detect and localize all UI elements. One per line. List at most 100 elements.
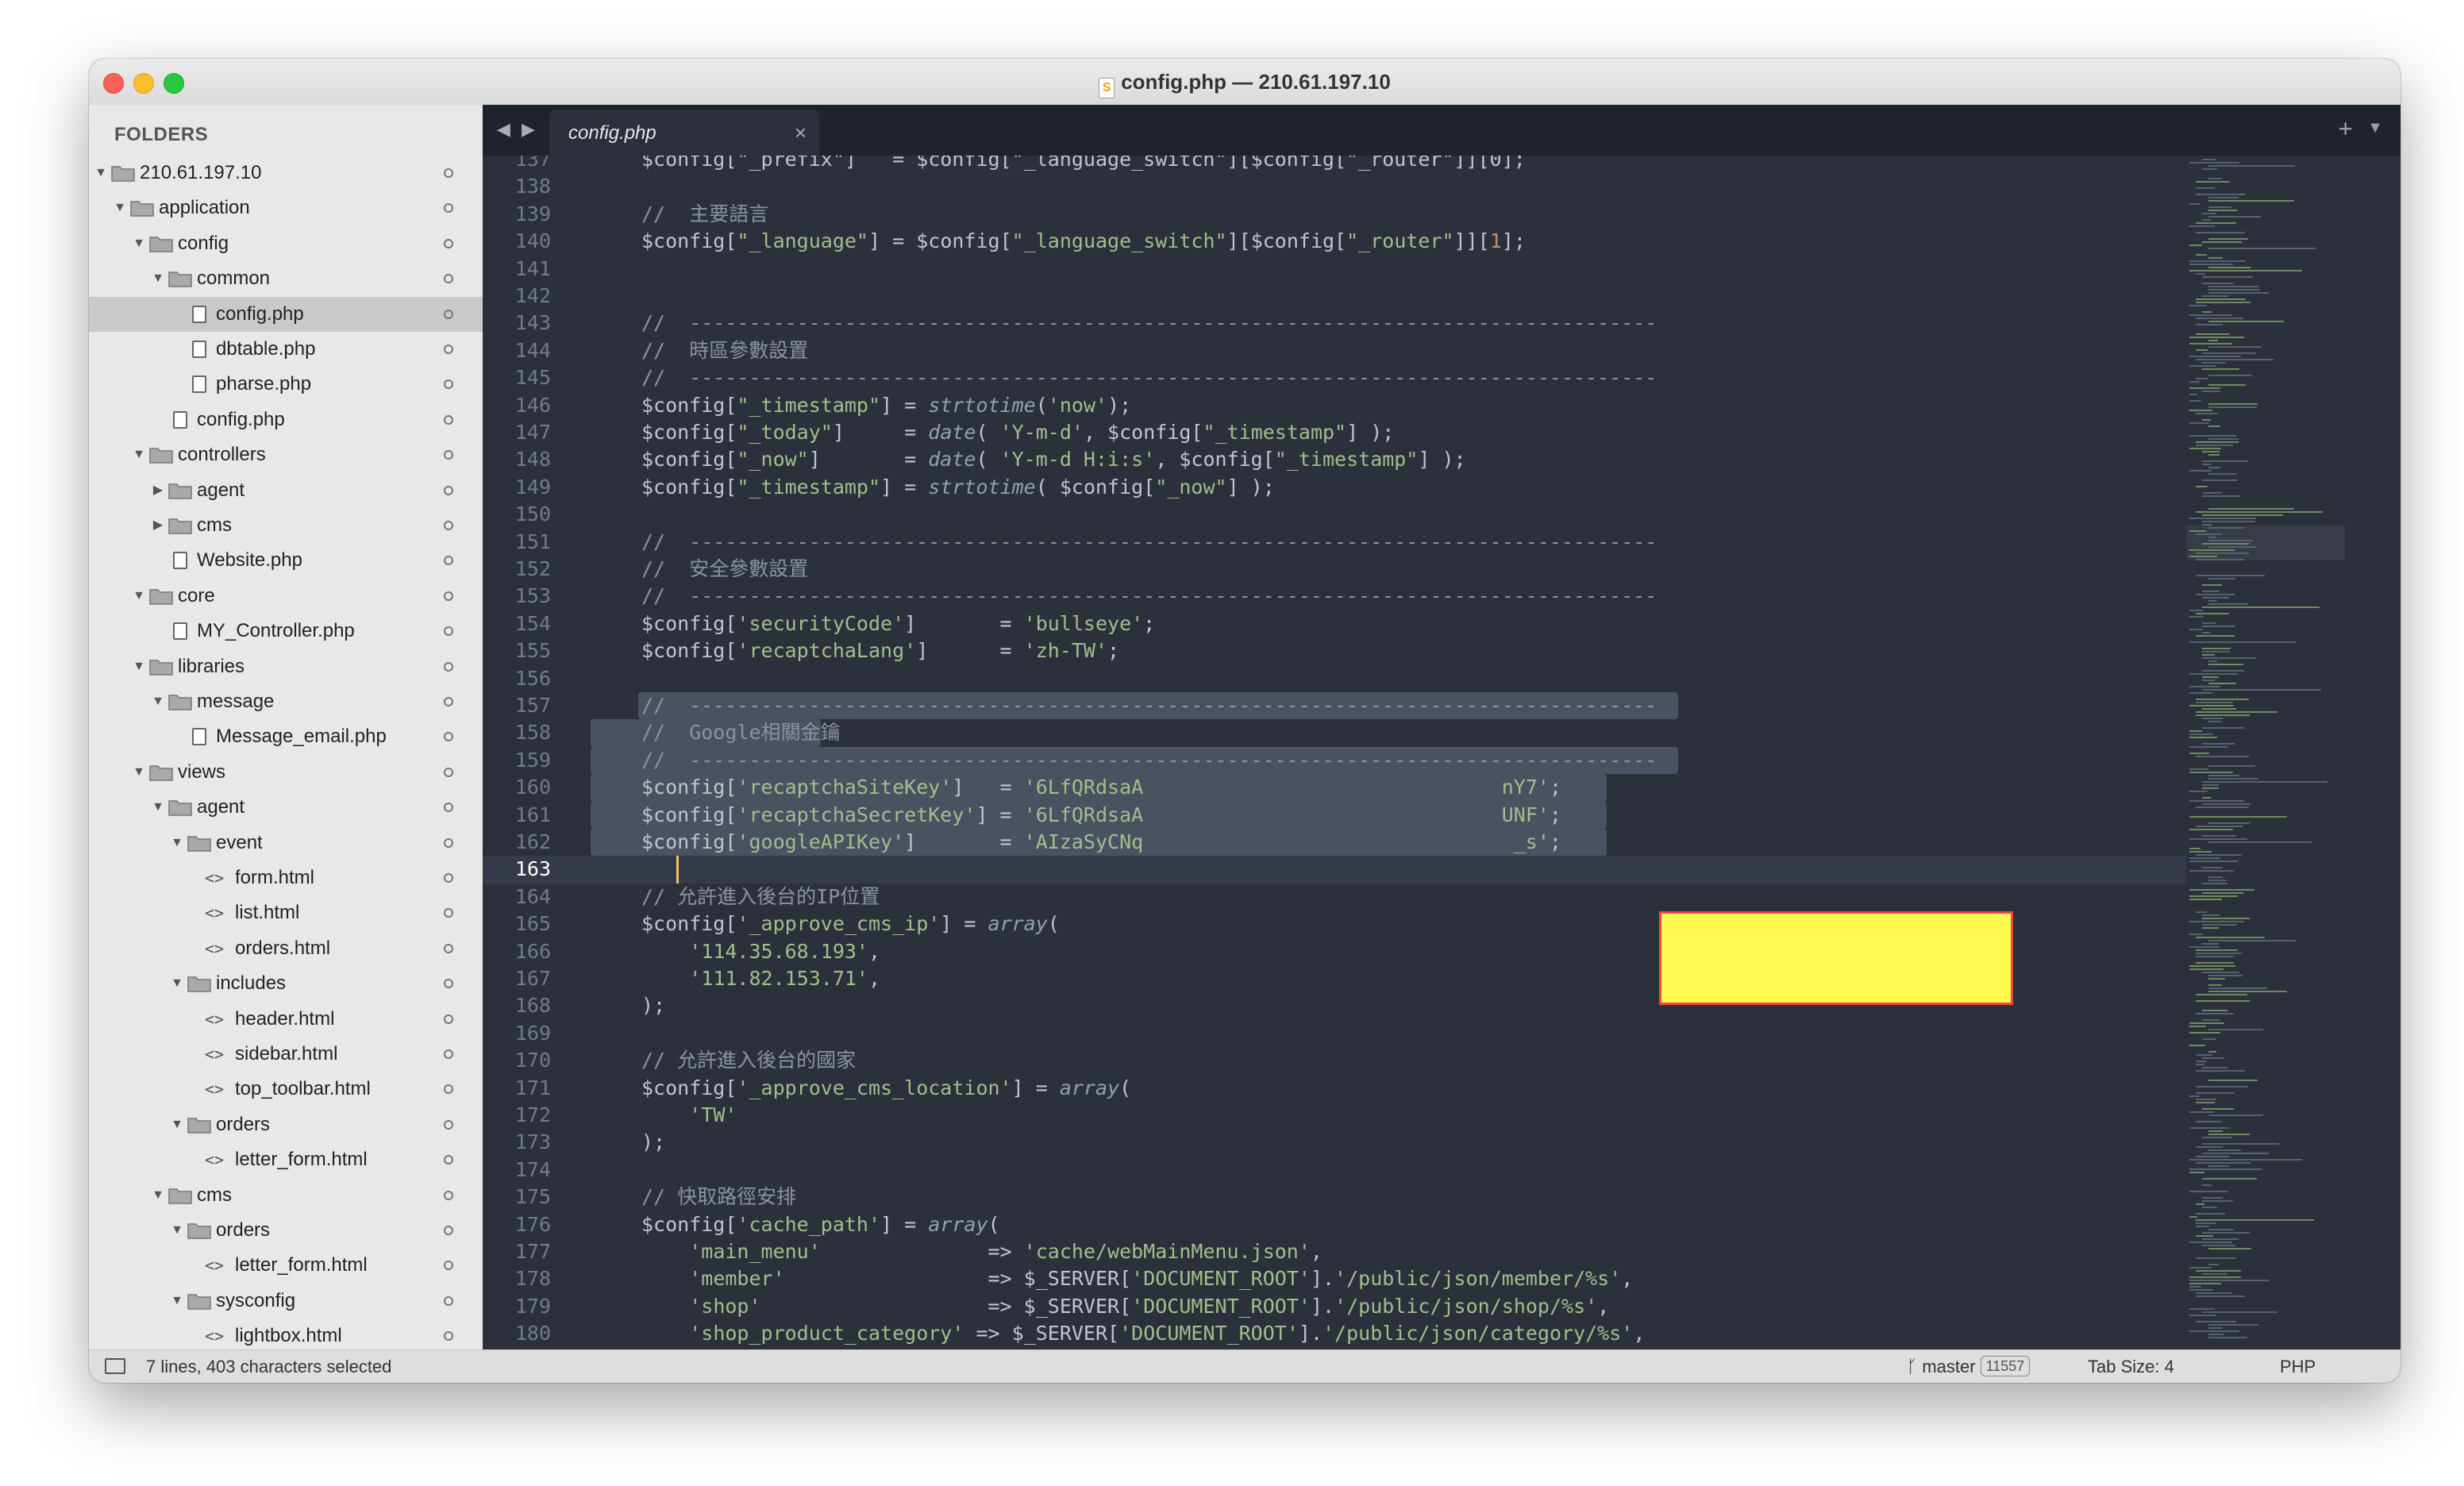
chevron-down-icon[interactable]: ▼	[132, 226, 146, 261]
close-circle-icon[interactable]	[444, 450, 453, 460]
close-circle-icon[interactable]	[444, 1119, 453, 1130]
tree-folder[interactable]: ▼ orders	[89, 1213, 483, 1248]
close-circle-icon[interactable]	[444, 274, 453, 284]
tab-close-icon[interactable]: ×	[795, 121, 807, 145]
code-line[interactable]: 176 $config['cache_path'] = array(	[483, 1211, 2229, 1238]
code-line[interactable]: 155 $config['recaptchaLang'] = 'zh-TW';	[483, 637, 2229, 664]
code-line[interactable]: 146 $config["_timestamp"] = strtotime('no…	[483, 392, 2229, 419]
code-line[interactable]: 156	[483, 665, 2229, 692]
tree-folder[interactable]: ▼ includes	[89, 966, 483, 1001]
close-circle-icon[interactable]	[444, 591, 453, 601]
close-circle-icon[interactable]	[444, 943, 453, 953]
close-circle-icon[interactable]	[444, 873, 453, 883]
chevron-down-icon[interactable]: ▼	[113, 191, 127, 225]
tree-file[interactable]: <> top_toolbar.html	[89, 1072, 483, 1107]
code-line[interactable]: 170 // 允許進入後台的國家	[483, 1047, 2229, 1074]
close-circle-icon[interactable]	[444, 556, 453, 566]
code-line[interactable]: 140 $config["_language"] = $config["_lang…	[483, 228, 2229, 255]
chevron-down-icon[interactable]: ▼	[151, 790, 165, 825]
code-line[interactable]: 138	[483, 173, 2229, 200]
tree-folder[interactable]: ▼ views	[89, 755, 483, 790]
close-circle-icon[interactable]	[444, 168, 453, 178]
tree-file[interactable]: dbtable.php	[89, 332, 483, 367]
tree-folder[interactable]: ▼ sysconfig	[89, 1284, 483, 1319]
code-line[interactable]: 174	[483, 1157, 2229, 1184]
close-circle-icon[interactable]	[444, 1155, 453, 1165]
close-circle-icon[interactable]	[444, 979, 453, 989]
tree-folder[interactable]: ▼ agent	[89, 790, 483, 825]
code-line[interactable]: 179 'shop' => $_SERVER['DOCUMENT_ROOT'].…	[483, 1293, 2229, 1320]
tree-folder[interactable]: ▼ config	[89, 226, 483, 261]
code-line[interactable]: 137 $config["_prefix"] = $config["_langua…	[483, 156, 2229, 173]
code-line[interactable]: 153 // ----------------------------------…	[483, 583, 2229, 610]
close-circle-icon[interactable]	[444, 837, 453, 848]
code-line[interactable]: 159 // ----------------------------------…	[483, 747, 2229, 774]
close-circle-icon[interactable]	[444, 732, 453, 742]
close-circle-icon[interactable]	[444, 908, 453, 918]
tree-folder[interactable]: ▼ common	[89, 261, 483, 296]
tree-file[interactable]: <> list.html	[89, 895, 483, 930]
chevron-down-icon[interactable]: ▼	[132, 437, 146, 472]
close-circle-icon[interactable]	[444, 1331, 453, 1342]
chevron-down-icon[interactable]: ▼	[151, 1178, 165, 1213]
code-line[interactable]: 180 'shop_product_category' => $_SERVER[…	[483, 1320, 2229, 1347]
tree-file[interactable]: <> letter_form.html	[89, 1248, 483, 1283]
code-line[interactable]: 171 $config['_approve_cms_location'] = ar…	[483, 1075, 2229, 1102]
tree-file[interactable]: config.php	[89, 296, 483, 332]
code-line[interactable]: 157 // ----------------------------------…	[483, 692, 2229, 719]
code-line[interactable]: 178 'member' => $_SERVER['DOCUMENT_ROOT'…	[483, 1265, 2229, 1292]
toggle-sidebar-icon[interactable]	[105, 1358, 125, 1374]
tab-menu-chevron-icon[interactable]: ▼	[2367, 119, 2383, 137]
chevron-down-icon[interactable]: ▼	[170, 1213, 184, 1248]
close-circle-icon[interactable]	[444, 1295, 453, 1306]
minimap[interactable]	[2186, 156, 2400, 1349]
tree-folder[interactable]: ▶ agent	[89, 473, 483, 508]
tree-file[interactable]: <> orders.html	[89, 931, 483, 966]
close-circle-icon[interactable]	[444, 485, 453, 495]
code-editor[interactable]: 137 $config["_prefix"] = $config["_langua…	[483, 156, 2400, 1349]
code-line[interactable]: 151 // ----------------------------------…	[483, 529, 2229, 556]
code-line[interactable]: 160 $config['recaptchaSiteKey'] = '6LfQRd…	[483, 774, 2229, 801]
code-line[interactable]: 172 'TW'	[483, 1102, 2229, 1129]
code-line[interactable]: 162 $config['googleAPIKey'] = 'AIzaSyCNq …	[483, 829, 2229, 856]
tree-folder[interactable]: ▼ application	[89, 191, 483, 225]
tree-folder[interactable]: ▼ cms	[89, 1178, 483, 1213]
close-circle-icon[interactable]	[444, 345, 453, 354]
close-circle-icon[interactable]	[444, 1261, 453, 1271]
tree-folder[interactable]: ▼ event	[89, 826, 483, 860]
chevron-down-icon[interactable]: ▼	[132, 649, 146, 684]
syntax-indicator[interactable]: PHP	[2280, 1350, 2316, 1383]
tree-file[interactable]: Message_email.php	[89, 719, 483, 754]
code-line[interactable]: 152 // 安全參數設置	[483, 556, 2229, 583]
code-line[interactable]: 144 // 時區參數設置	[483, 337, 2229, 364]
code-line[interactable]: 164 // 允許進入後台的IP位置	[483, 884, 2229, 910]
tree-file[interactable]: config.php	[89, 402, 483, 437]
tree-folder[interactable]: ▼ libraries	[89, 649, 483, 684]
tab-size-indicator[interactable]: Tab Size: 4	[2088, 1350, 2174, 1383]
close-circle-icon[interactable]	[444, 1190, 453, 1200]
close-circle-icon[interactable]	[444, 521, 453, 530]
tree-folder[interactable]: ▶ cms	[89, 508, 483, 543]
chevron-down-icon[interactable]: ▼	[170, 1107, 184, 1142]
chevron-down-icon[interactable]: ▼	[170, 826, 184, 860]
tree-file[interactable]: MY_Controller.php	[89, 614, 483, 649]
code-line[interactable]: 175 // 快取路徑安排	[483, 1184, 2229, 1211]
chevron-down-icon[interactable]: ▼	[151, 684, 165, 719]
code-line[interactable]: 161 $config['recaptchaSecretKey'] = '6LfQ…	[483, 802, 2229, 829]
tree-file[interactable]: pharse.php	[89, 367, 483, 402]
code-line[interactable]: 142	[483, 283, 2229, 310]
new-tab-icon[interactable]: +	[2338, 114, 2353, 144]
code-line[interactable]: 158 // Google相關金鑰	[483, 719, 2229, 746]
code-line[interactable]: 163	[483, 856, 2229, 884]
code-line[interactable]: 143 // ----------------------------------…	[483, 310, 2229, 337]
close-circle-icon[interactable]	[444, 414, 453, 425]
code-line[interactable]: 177 'main_menu' => 'cache/webMainMenu.js…	[483, 1238, 2229, 1265]
chevron-down-icon[interactable]: ▼	[132, 579, 146, 614]
tab-nav-arrows[interactable]: ◀ ▶	[497, 119, 538, 140]
chevron-down-icon[interactable]: ▼	[94, 156, 108, 191]
code-line[interactable]: 145 // ----------------------------------…	[483, 364, 2229, 391]
tree-file[interactable]: <> letter_form.html	[89, 1142, 483, 1177]
chevron-right-icon[interactable]: ▶	[151, 508, 165, 543]
tree-folder[interactable]: ▼ 210.61.197.10	[89, 156, 483, 191]
code-line[interactable]: 150	[483, 501, 2229, 528]
